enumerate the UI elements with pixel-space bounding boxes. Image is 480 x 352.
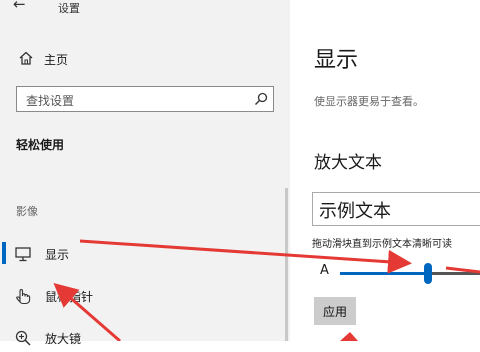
main-panel: 显示 使显示器更易于查看。 放大文本 示例文本 拖动滑块直到示例文本清晰可读 A… xyxy=(290,0,480,341)
sidebar: ← 设置 主页 查找设置 轻松使用 影像 显示 鼠标指针 放大镜 xyxy=(0,0,290,346)
category-title: 轻松使用 xyxy=(16,138,65,152)
sidebar-item-display[interactable]: 显示 xyxy=(0,240,290,268)
mouse-pointer-icon xyxy=(16,288,31,305)
sidebar-item-label: 放大镜 xyxy=(45,332,82,346)
search-placeholder: 查找设置 xyxy=(26,94,75,108)
back-arrow-icon[interactable]: ← xyxy=(13,0,26,13)
sidebar-item-label: 显示 xyxy=(45,248,70,262)
search-input[interactable]: 查找设置 xyxy=(16,86,274,112)
search-icon[interactable] xyxy=(254,92,268,106)
sample-text-box: 示例文本 xyxy=(312,192,480,226)
home-nav[interactable]: 主页 xyxy=(0,46,290,72)
window-title: 设置 xyxy=(58,2,80,15)
home-label: 主页 xyxy=(44,53,69,67)
title-bar: ← 设置 xyxy=(0,0,290,18)
sidebar-item-mouse-pointer[interactable]: 鼠标指针 xyxy=(0,282,290,310)
sidebar-item-magnifier[interactable]: 放大镜 xyxy=(0,324,290,352)
sidebar-item-label: 鼠标指针 xyxy=(45,290,94,304)
home-icon xyxy=(19,51,33,65)
text-size-slider[interactable] xyxy=(340,262,480,284)
section-title: 放大文本 xyxy=(314,153,382,173)
section-label: 影像 xyxy=(16,205,38,218)
active-indicator xyxy=(2,242,6,264)
slider-thumb[interactable] xyxy=(424,263,432,284)
page-title: 显示 xyxy=(314,48,359,73)
page-description: 使显示器更易于查看。 xyxy=(314,95,424,108)
magnifier-icon xyxy=(15,330,31,346)
slider-instruction: 拖动滑块直到示例文本清晰可读 xyxy=(312,239,452,250)
sample-text: 示例文本 xyxy=(319,201,391,222)
slider-letter: A xyxy=(320,263,329,278)
apply-button[interactable]: 应用 xyxy=(314,297,356,325)
monitor-icon xyxy=(15,247,31,262)
slider-track-filled xyxy=(340,272,428,275)
sidebar-scrollbar[interactable] xyxy=(285,188,288,341)
slider-track xyxy=(432,272,480,275)
